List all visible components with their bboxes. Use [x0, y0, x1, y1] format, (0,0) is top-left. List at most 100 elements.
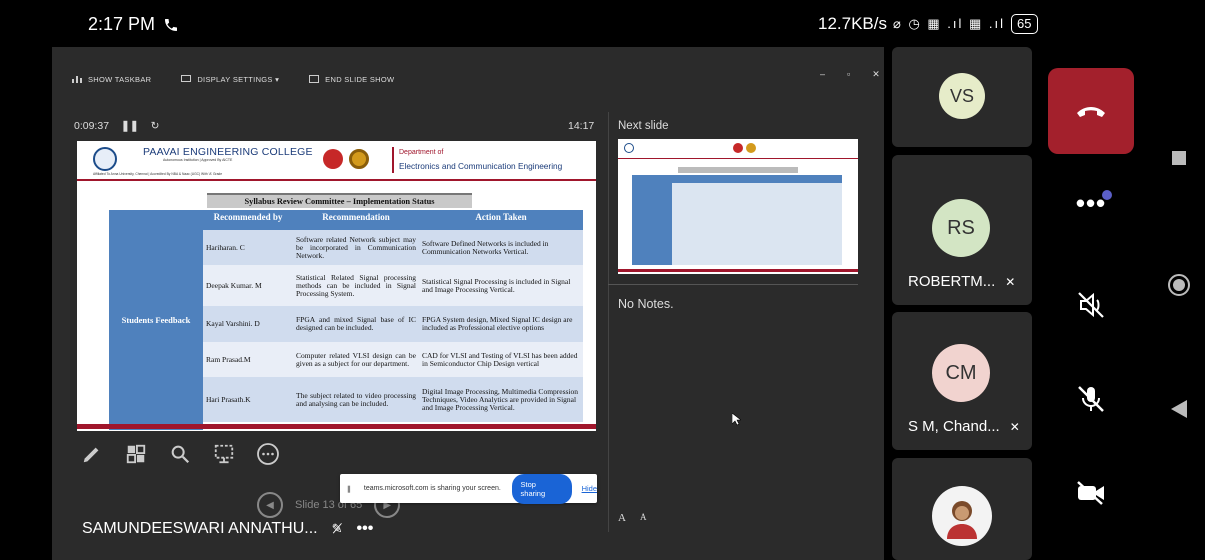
cell-rec: The subject related to video processing …	[296, 390, 416, 408]
share-handle-icon: ❚	[346, 485, 352, 493]
display-icon	[181, 74, 192, 82]
cell-action: Software Defined Networks is included in…	[422, 238, 549, 256]
cell-rec: Computer related VLSI design can be give…	[296, 350, 416, 368]
black-screen-icon[interactable]	[210, 440, 238, 468]
college-affiliation: Affiliated To Anna University, Chennai |…	[93, 172, 223, 176]
end-call-button[interactable]	[1048, 68, 1134, 154]
more-actions-button[interactable]: •••	[1048, 160, 1134, 246]
previous-slide-button[interactable]: ◀	[257, 492, 283, 518]
minimize-icon[interactable]: –	[820, 69, 825, 80]
cell-rec: Statistical Related Signal processing me…	[296, 272, 416, 298]
pause-icon[interactable]: ❚❚	[121, 120, 139, 132]
dept-line1: Department of	[399, 149, 444, 156]
participant-name-row: ROBERTM... ✕	[908, 273, 1015, 290]
cell-by: Kayal Varshini. D	[206, 319, 260, 328]
table-row: Hari Prasath.K The subject related to vi…	[203, 377, 583, 422]
display-settings-button[interactable]: DISPLAY SETTINGS ▾	[181, 69, 279, 89]
camera-toggle-button[interactable]	[1048, 450, 1134, 536]
signal-icons: ⌀ ◷ ▦ .ıl ▦ .ıl	[893, 16, 1006, 31]
cell-action: Digital Image Processing, Multimedia Com…	[422, 386, 579, 412]
circle-icon	[1168, 274, 1190, 296]
slideshow-timer: 0:09:37 ❚❚ ↻	[74, 120, 159, 132]
cell-action: Statistical Signal Processing is include…	[422, 276, 571, 294]
back-button[interactable]	[1166, 396, 1192, 422]
avatar: VS	[939, 73, 985, 119]
camera-off-icon	[1077, 481, 1104, 505]
header-recommendation: Recommendation	[293, 210, 419, 230]
table-row: Deepak Kumar. M Statistical Related Sign…	[203, 265, 583, 306]
network-speed: 12.7KB/s	[818, 14, 887, 33]
restore-icon[interactable]: ▫	[847, 69, 850, 80]
person-photo-icon	[947, 501, 977, 539]
status-bar: 2:17 PM 12.7KB/s ⌀ ◷ ▦ .ıl ▦ .ıl 65	[0, 0, 1205, 50]
thumb-logo-icon	[624, 143, 634, 153]
recent-apps-button[interactable]	[1166, 145, 1192, 171]
mic-off-icon	[1078, 386, 1104, 412]
notification-dot-icon	[1102, 190, 1112, 200]
end-show-icon	[309, 74, 320, 83]
table-row: Ram Prasad.M Computer related VLSI desig…	[203, 342, 583, 377]
phone-icon	[165, 18, 178, 31]
presenter-toolbar: SHOW TASKBAR DISPLAY SETTINGS ▾ END SLID…	[72, 69, 394, 89]
battery-icon: 65	[1011, 14, 1038, 34]
current-slide: PAAVAI ENGINEERING COLLEGE Autonomous In…	[77, 141, 596, 431]
cell-by: Hari Prasath.K	[206, 394, 251, 404]
presenter-tools	[78, 440, 282, 468]
college-subtitle: Autonomous Institution | Approved By AIC…	[163, 158, 233, 162]
participant-tile-cm[interactable]: CM S M, Chand... ✕	[892, 312, 1032, 450]
home-button[interactable]	[1166, 272, 1192, 298]
square-icon	[1172, 151, 1186, 165]
header-recommended-by: Recommended by	[203, 210, 293, 230]
participant-tile-self[interactable]	[892, 458, 1032, 560]
table-row: Kayal Varshini. D FPGA and mixed Signal …	[203, 306, 583, 342]
naac-badge-icon	[323, 149, 343, 169]
avatar: CM	[932, 344, 990, 402]
dept-line2: Electronics and Communication Engineerin…	[399, 161, 563, 171]
thumb-badge-icon	[733, 143, 743, 153]
show-taskbar-button[interactable]: SHOW TASKBAR	[72, 69, 151, 89]
participant-name: ROBERTM...	[908, 273, 996, 290]
increase-font-button[interactable]: A	[618, 512, 626, 524]
participant-tile-rs[interactable]: RS ROBERTM... ✕	[892, 155, 1032, 305]
cell-by: Ram Prasad.M	[206, 354, 251, 364]
stop-sharing-button[interactable]: Stop sharing	[511, 473, 572, 504]
slides-grid-icon[interactable]	[122, 440, 150, 468]
hide-banner-link[interactable]: Hide	[582, 484, 597, 493]
end-slide-show-button[interactable]: END SLIDE SHOW	[309, 69, 394, 89]
notes-divider	[608, 284, 858, 285]
thumb-title	[678, 167, 798, 173]
mic-toggle-button[interactable]	[1048, 356, 1134, 442]
thumb-seal-icon	[746, 143, 756, 153]
clock-time: 14:17	[568, 120, 595, 132]
presenter-name: SAMUNDEESWARI ANNATHU...	[82, 520, 318, 537]
pen-icon[interactable]	[78, 440, 106, 468]
back-triangle-icon	[1171, 400, 1187, 418]
speaker-notes: No Notes.	[618, 297, 674, 311]
reset-timer-icon[interactable]: ↻	[151, 120, 160, 132]
avatar: RS	[932, 199, 990, 257]
screen-share-banner: ❚ teams.microsoft.com is sharing your sc…	[340, 473, 597, 504]
more-options-icon[interactable]	[254, 440, 282, 468]
next-slide-thumbnail[interactable]	[618, 139, 858, 274]
presenter-more-button[interactable]: •••	[356, 520, 373, 538]
next-slide-label: Next slide	[618, 120, 669, 132]
window-controls: – ▫ ✕	[820, 69, 880, 80]
seal-icon	[349, 149, 369, 169]
close-icon[interactable]: ✕	[872, 69, 880, 80]
thumb-side-col	[632, 175, 672, 265]
participant-name-row: S M, Chand... ✕	[908, 418, 1020, 435]
thumb-header-row	[672, 175, 842, 183]
hang-up-icon	[1077, 107, 1105, 117]
speaker-off-icon	[1078, 292, 1104, 318]
zoom-icon[interactable]	[166, 440, 194, 468]
slide-header: PAAVAI ENGINEERING COLLEGE Autonomous In…	[77, 141, 596, 181]
presenter-label: SAMUNDEESWARI ANNATHU... ✎̸ •••	[82, 520, 373, 538]
decrease-font-button[interactable]: A	[640, 512, 647, 524]
speaker-toggle-button[interactable]	[1048, 262, 1134, 348]
status-right: 12.7KB/s ⌀ ◷ ▦ .ıl ▦ .ıl 65	[818, 14, 1038, 34]
thumb-table	[632, 175, 842, 265]
status-time: 2:17 PM	[88, 14, 156, 34]
participant-tile-vs[interactable]: VS	[892, 47, 1032, 147]
mouse-cursor-icon	[732, 413, 741, 426]
college-logo-icon	[93, 147, 117, 171]
